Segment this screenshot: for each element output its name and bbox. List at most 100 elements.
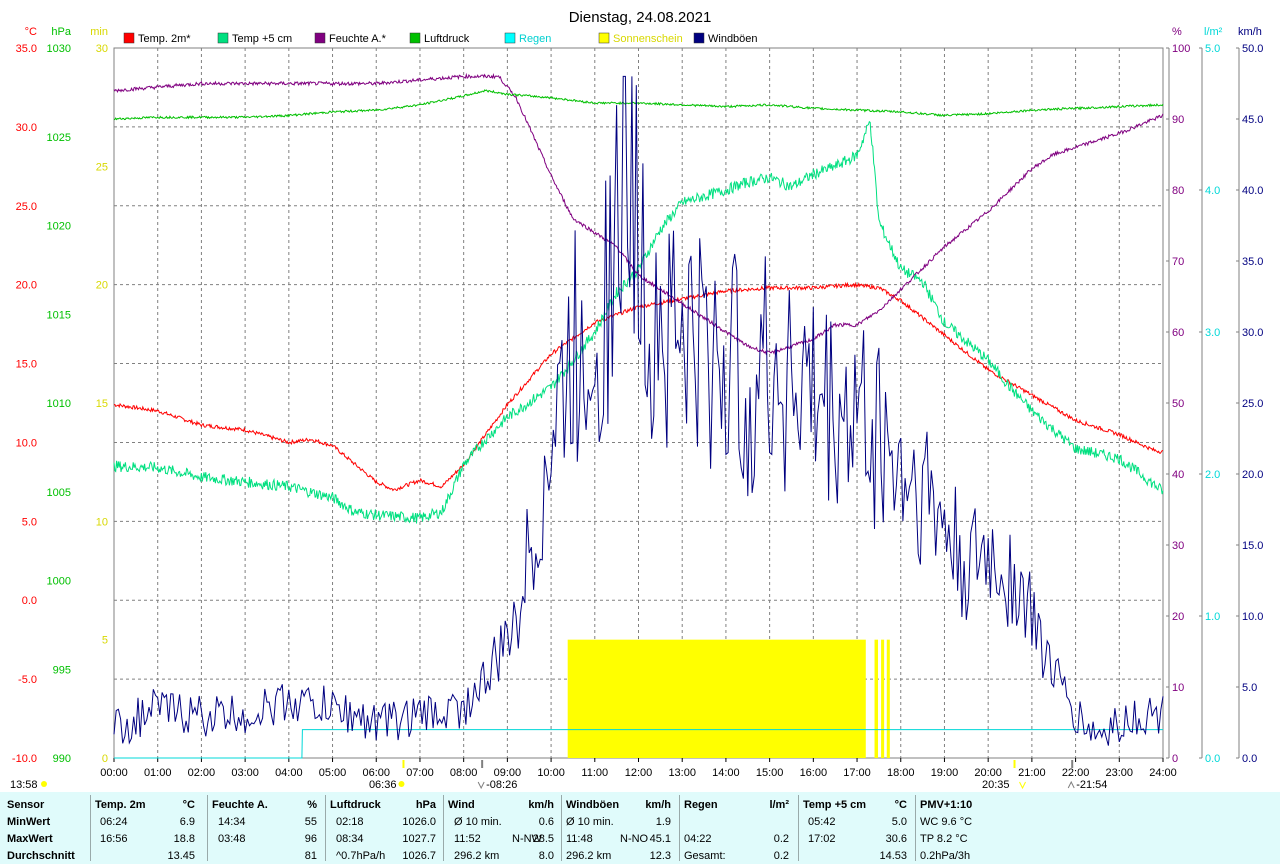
stats-divider	[798, 795, 799, 861]
x-tick-label: 10:00	[537, 767, 565, 779]
legend-swatch	[504, 32, 516, 44]
stats-column: Feuchte A.% 14:34 55 03:48 96 81	[207, 792, 322, 864]
x-tick-label: 08:00	[450, 767, 478, 779]
stats-cell: 16:56	[100, 833, 128, 845]
stats-column: Wind km/h Ø 10 min. 0.6 11:52 N-NW 28.5 296.2 k…	[443, 792, 558, 864]
y-tick-label-hum: 60	[1172, 327, 1184, 339]
y-tick-label-temp: 15.0	[16, 359, 37, 371]
stats-value: 18.8	[173, 833, 195, 845]
stats-cell: 0.2hPa/3h	[920, 850, 971, 862]
stats-value: 5.0	[891, 816, 907, 828]
corner-sun-dot	[41, 781, 47, 787]
x-tick-label: 00:00	[100, 767, 128, 779]
sunset-tick	[1013, 760, 1016, 768]
y-tick-label-press: 990	[53, 753, 71, 765]
stats-cell: 14:34	[218, 816, 246, 828]
y-tick-label-press: 1015	[47, 309, 71, 321]
stats-header: Regen	[684, 799, 718, 811]
stats-cell: Gesamt:	[684, 850, 726, 862]
y-tick-label-hum: 80	[1172, 185, 1184, 197]
y-tick-label-hum: 50	[1172, 398, 1184, 410]
stats-row-label: MinWert	[7, 816, 51, 828]
x-tick-label: 15:00	[756, 767, 784, 779]
statistics-panel: Sensor MinWert MaxWert Durchschnitt Temp. 2m…	[0, 792, 1280, 864]
stats-divider	[325, 795, 326, 861]
stats-divider	[443, 795, 444, 861]
stats-cell: 08:34	[336, 833, 364, 845]
stats-header: Luftdruck	[330, 799, 381, 811]
x-tick-label: 04:00	[275, 767, 303, 779]
stats-value: 0.2	[773, 833, 789, 845]
stats-cell: Ø 10 min.	[566, 816, 614, 828]
x-tick-label: 11:00	[581, 767, 608, 779]
y-tick-label-rain: 3.0	[1205, 327, 1220, 339]
sunset-icon	[1019, 781, 1026, 790]
legend-swatch	[409, 32, 421, 44]
stats-value: 55	[304, 816, 317, 828]
legend-swatch	[598, 32, 610, 44]
stats-cell: 296.2 km	[566, 850, 612, 862]
stats-row-label: Durchschnitt	[7, 850, 75, 862]
stats-divider	[915, 795, 916, 861]
y-tick-label-temp: 25.0	[16, 201, 37, 213]
moonrise-label: -08:26	[486, 779, 517, 791]
y-tick-label-temp: 10.0	[16, 437, 37, 449]
stats-value: 1027.7	[402, 833, 436, 845]
y-tick-label-gust: 45.0	[1242, 114, 1263, 126]
stats-header: Sensor	[7, 799, 45, 811]
x-tick-label: 16:00	[800, 767, 828, 779]
x-tick-label: 02:00	[188, 767, 216, 779]
stats-unit: l/m²	[769, 799, 789, 811]
sunset-label: 20:35	[982, 779, 1010, 791]
stats-unit: km/h	[528, 799, 554, 811]
chart-legend: Temp. 2m* Temp +5 cm Feuchte A.* Luftdruck R…	[123, 32, 758, 45]
legend-swatch	[314, 32, 326, 44]
stats-divider	[679, 795, 680, 861]
legend-label: Windböen	[708, 33, 758, 45]
y-tick-label-gust: 25.0	[1242, 398, 1263, 410]
legend-swatch	[123, 32, 135, 44]
x-tick-label: 21:00	[1018, 767, 1046, 779]
stats-cell: 06:24	[100, 816, 128, 828]
axis-unit-temp: °C	[25, 26, 37, 38]
y-tick-label-hum: 40	[1172, 469, 1184, 481]
sunrise-dot	[398, 781, 405, 787]
y-tick-label-press: 1000	[47, 576, 71, 588]
stats-direction: N-NO	[620, 833, 649, 845]
legend-label: Regen	[519, 33, 551, 45]
stats-value: 14.53	[879, 850, 907, 862]
x-tick-label: 01:00	[144, 767, 172, 779]
stats-cell: 03:48	[218, 833, 246, 845]
axis-unit-rain: l/m²	[1204, 26, 1223, 38]
x-tick-label: 05:00	[319, 767, 347, 779]
x-tick-label: 13:00	[668, 767, 696, 779]
legend-label: Luftdruck	[424, 33, 470, 45]
y-tick-label-rain: 1.0	[1205, 611, 1220, 623]
x-tick-label: 09:00	[494, 767, 522, 779]
stats-cell: 17:02	[808, 833, 836, 845]
stats-value: 6.9	[179, 816, 195, 828]
stats-value: 8.0	[538, 850, 554, 862]
x-tick-label: 06:00	[362, 767, 390, 779]
y-tick-label-temp: -10.0	[12, 753, 37, 765]
stats-divider	[90, 795, 91, 861]
y-tick-label-temp: 0.0	[22, 595, 37, 607]
stats-header: PMV+1:10	[920, 799, 973, 811]
stats-column: Luftdruck hPa 02:18 1026.0 08:34 1027.7 ^0.7hP…	[325, 792, 440, 864]
y-tick-label-gust: 35.0	[1242, 256, 1263, 268]
stats-divider	[561, 795, 562, 861]
y-tick-label-hum: 70	[1172, 256, 1184, 268]
stats-value: 81	[304, 850, 317, 862]
weather-chart: Dienstag, 24.08.2021 00:00 01:00 02:00 03:0…	[10, 9, 1263, 791]
y-tick-label-gust: 30.0	[1242, 327, 1263, 339]
y-tick-label-sun: 5	[102, 635, 108, 647]
stats-header: Windböen	[566, 799, 620, 811]
stats-column: PMV+1:10 WC 9.6 °C TP 8.2 °C 0.2hPa/3h	[915, 792, 1030, 864]
stats-header: Temp +5 cm	[803, 799, 867, 811]
stats-cell: 11:48	[566, 833, 593, 845]
stats-value: 12.3	[649, 850, 671, 862]
sunshine-block	[881, 639, 885, 758]
stats-value: 96	[304, 833, 317, 845]
sunrise-tick	[402, 760, 405, 768]
sunrise-label: 06:36	[369, 779, 397, 791]
